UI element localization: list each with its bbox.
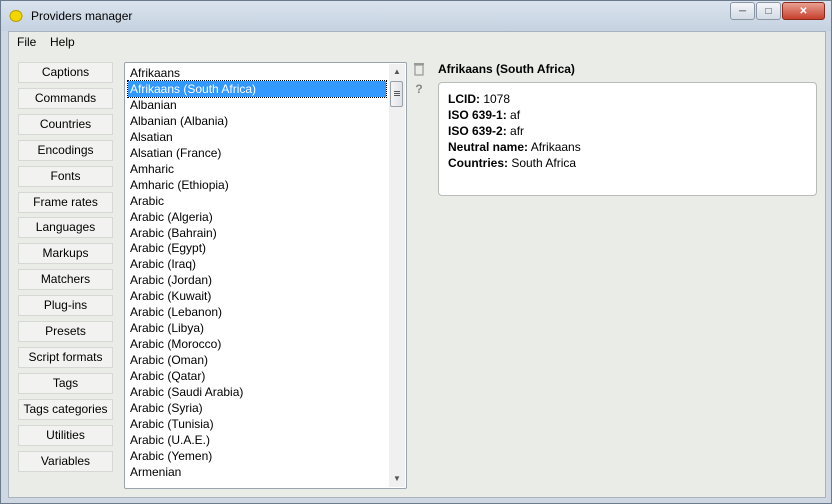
detail-value: afr xyxy=(506,124,525,138)
language-list-item[interactable]: Arabic (Yemen) xyxy=(128,448,386,464)
nav-button-encodings[interactable]: Encodings xyxy=(18,139,113,161)
list-scrollbar[interactable]: ▲ ▼ xyxy=(389,64,405,487)
language-list-item[interactable]: Arabic (Morocco) xyxy=(128,336,386,352)
nav-button-markups[interactable]: Markups xyxy=(18,243,113,265)
nav-button-variables[interactable]: Variables xyxy=(18,450,113,472)
detail-label: Neutral name: xyxy=(448,140,529,154)
grip-line xyxy=(394,91,400,92)
detail-value: af xyxy=(506,108,521,122)
nav-button-countries[interactable]: Countries xyxy=(18,113,113,135)
nav-button-tags-categories[interactable]: Tags categories xyxy=(18,398,113,420)
nav-button-script-formats[interactable]: Script formats xyxy=(18,346,113,368)
providers-manager-window: Providers manager ─ □ ✕ File Help Captio… xyxy=(0,0,832,504)
maximize-button[interactable]: □ xyxy=(756,2,781,20)
nav-button-frame-rates[interactable]: Frame rates xyxy=(18,191,113,213)
minimize-button[interactable]: ─ xyxy=(730,2,755,20)
language-list-item[interactable]: Alsatian (France) xyxy=(128,145,386,161)
nav-button-presets[interactable]: Presets xyxy=(18,321,113,342)
detail-value: 1078 xyxy=(480,92,511,106)
language-list-item[interactable]: Arabic (U.A.E.) xyxy=(128,432,386,448)
detail-row: Neutral name: Afrikaans xyxy=(448,140,581,154)
language-list-item[interactable]: Arabic (Qatar) xyxy=(128,368,386,384)
language-list-item[interactable]: Arabic (Saudi Arabia) xyxy=(128,384,386,400)
nav-button-tags[interactable]: Tags xyxy=(18,372,113,394)
menu-help[interactable]: Help xyxy=(50,35,75,49)
delete-icon[interactable] xyxy=(412,62,426,76)
detail-value: South Africa xyxy=(508,156,577,170)
language-list-item[interactable]: Arabic xyxy=(128,193,386,209)
grip-line xyxy=(394,93,400,94)
language-list-item[interactable]: Arabic (Oman) xyxy=(128,352,386,368)
window-controls: ─ □ ✕ xyxy=(729,2,825,20)
language-list-item[interactable]: Arabic (Syria) xyxy=(128,400,386,416)
help-icon[interactable]: ? xyxy=(412,82,426,96)
scroll-down-icon[interactable]: ▼ xyxy=(389,471,405,487)
detail-row: LCID: 1078 xyxy=(448,92,510,106)
minimize-icon: ─ xyxy=(738,5,747,17)
detail-value: Afrikaans xyxy=(528,140,581,154)
detail-row: Countries: South Africa xyxy=(448,156,576,170)
scrollbar-thumb[interactable] xyxy=(390,81,403,107)
scroll-up-icon[interactable]: ▲ xyxy=(389,64,405,80)
nav-button-languages[interactable]: Languages xyxy=(18,217,113,239)
detail-label: LCID: xyxy=(448,92,480,106)
language-list-item[interactable]: Arabic (Libya) xyxy=(128,320,386,336)
language-list[interactable]: Afrikaans Afrikaans (South Africa) Albania… xyxy=(124,62,407,489)
detail-panel: LCID: 1078 ISO 639-1: af ISO 639-2: afr Neu… xyxy=(438,82,817,196)
language-list-item[interactable]: Amharic xyxy=(128,161,386,177)
nav-button-fonts[interactable]: Fonts xyxy=(18,165,113,187)
language-list-item[interactable]: Arabic (Jordan) xyxy=(128,272,386,288)
close-button[interactable]: ✕ xyxy=(782,2,825,20)
menu-bar: File Help xyxy=(9,32,825,52)
language-list-item[interactable]: Albanian (Albania) xyxy=(128,113,386,129)
nav-button-commands[interactable]: Commands xyxy=(18,87,113,109)
app-icon xyxy=(9,10,23,22)
language-list-item[interactable]: Arabic (Kuwait) xyxy=(128,288,386,304)
language-list-item[interactable]: Afrikaans (South Africa) xyxy=(127,79,387,98)
language-list-item[interactable]: Armenian xyxy=(128,464,386,480)
detail-label: Countries: xyxy=(448,156,508,170)
nav-button-matchers[interactable]: Matchers xyxy=(18,269,113,291)
language-list-item[interactable]: Arabic (Bahrain) xyxy=(128,225,386,241)
detail-label: ISO 639-1: xyxy=(448,108,507,122)
maximize-icon: □ xyxy=(765,5,772,17)
language-list-item[interactable]: Amharic (Ethiopia) xyxy=(128,177,386,193)
language-list-item[interactable]: Arabic (Lebanon) xyxy=(128,304,386,320)
language-list-item[interactable]: Arabic (Iraq) xyxy=(128,256,386,272)
grip-line xyxy=(394,95,400,96)
window-title: Providers manager xyxy=(31,9,133,23)
menu-file[interactable]: File xyxy=(17,35,36,49)
nav-button-plug-ins[interactable]: Plug-ins xyxy=(18,295,113,317)
title-bar[interactable]: Providers manager ─ □ ✕ xyxy=(1,1,831,31)
language-list-item[interactable]: Alsatian xyxy=(128,129,386,145)
language-list-item[interactable]: Arabic (Tunisia) xyxy=(128,416,386,432)
close-icon: ✕ xyxy=(799,5,808,17)
detail-row: ISO 639-1: af xyxy=(448,108,520,122)
language-list-item[interactable]: Arabic (Egypt) xyxy=(128,240,386,256)
language-list-item[interactable]: Arabic (Algeria) xyxy=(128,209,386,225)
language-list-item[interactable]: Afrikaans xyxy=(128,65,386,81)
client-area: File Help Captions Commands Countries Encod… xyxy=(8,31,826,498)
nav-button-utilities[interactable]: Utilities xyxy=(18,424,113,446)
language-list-item[interactable]: Albanian xyxy=(128,97,386,113)
nav-button-captions[interactable]: Captions xyxy=(18,62,113,83)
detail-row: ISO 639-2: afr xyxy=(448,124,524,138)
detail-title: Afrikaans (South Africa) xyxy=(438,62,575,76)
detail-label: ISO 639-2: xyxy=(448,124,507,138)
